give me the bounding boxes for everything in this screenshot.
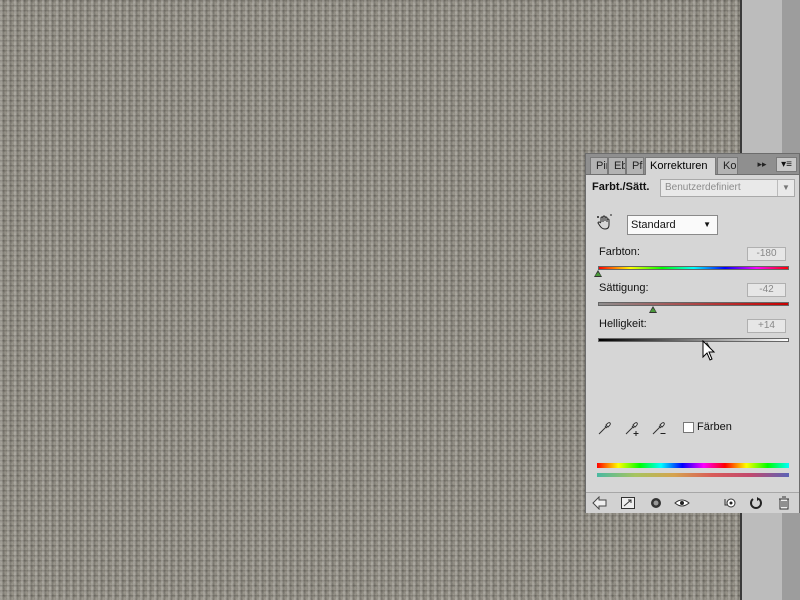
lightness-slider-track[interactable] xyxy=(598,338,789,342)
chevron-down-icon: ▼ xyxy=(777,180,794,196)
colorize-checkbox[interactable] xyxy=(683,422,694,433)
targeted-adjustment-hand-icon[interactable] xyxy=(596,214,614,232)
hue-label: Farbton: xyxy=(599,246,640,258)
panel-menu-button[interactable]: ▾≡ xyxy=(776,157,797,172)
result-color-bar xyxy=(597,473,789,477)
eyedropper-plus-icon[interactable] xyxy=(623,419,641,437)
collapse-panel-button[interactable]: ▸▸ xyxy=(754,158,770,171)
adjustments-panel: Pinsel Ebenen Pfade Korrekturen Ko ▸▸ ▾≡… xyxy=(585,153,800,513)
lightness-label: Helligkeit: xyxy=(599,318,647,330)
preset-dropdown[interactable]: Benutzerdefiniert ▼ xyxy=(660,179,795,197)
back-arrow-icon[interactable] xyxy=(592,496,608,510)
view-previous-icon[interactable] xyxy=(722,496,738,510)
preset-value: Benutzerdefiniert xyxy=(665,182,741,193)
lightness-value-field[interactable]: +14 xyxy=(747,319,786,333)
saturation-slider-track[interactable] xyxy=(598,302,789,306)
panel-footer xyxy=(586,492,799,513)
panel-tabbar: Pinsel Ebenen Pfade Korrekturen Ko ▸▸ ▾≡ xyxy=(586,154,799,175)
mouse-cursor-icon xyxy=(702,340,716,361)
saturation-slider-thumb[interactable] xyxy=(649,306,658,313)
caret-down-icon: ▼ xyxy=(703,220,711,229)
eyedropper-icon[interactable] xyxy=(596,419,614,437)
hue-slider-thumb[interactable] xyxy=(594,270,602,277)
eyedropper-minus-icon[interactable] xyxy=(650,419,668,437)
expand-view-icon[interactable] xyxy=(620,496,636,510)
adjustment-title: Farbt./Sätt. xyxy=(592,181,650,193)
tab-ko[interactable]: Ko xyxy=(717,157,738,174)
hue-slider-track[interactable] xyxy=(598,266,789,270)
range-mode-dropdown[interactable]: Standard ▼ xyxy=(627,215,718,235)
trash-icon[interactable] xyxy=(776,496,792,510)
visibility-eye-icon[interactable] xyxy=(674,496,690,510)
tab-adjustments[interactable]: Korrekturen xyxy=(645,157,716,175)
saturation-value-field[interactable]: -42 xyxy=(747,283,786,297)
saturation-label: Sättigung: xyxy=(599,282,649,294)
hue-value-field[interactable]: -180 xyxy=(747,247,786,261)
tab-paths[interactable]: Pfade xyxy=(626,157,644,174)
range-mode-value: Standard xyxy=(631,219,676,231)
clip-to-layer-icon[interactable] xyxy=(648,496,664,510)
colorize-label: Färben xyxy=(697,421,732,433)
reset-icon[interactable] xyxy=(748,496,764,510)
input-color-bar xyxy=(597,463,789,468)
tab-brush[interactable]: Pinsel xyxy=(590,157,608,174)
tab-layers[interactable]: Ebenen xyxy=(608,157,626,174)
